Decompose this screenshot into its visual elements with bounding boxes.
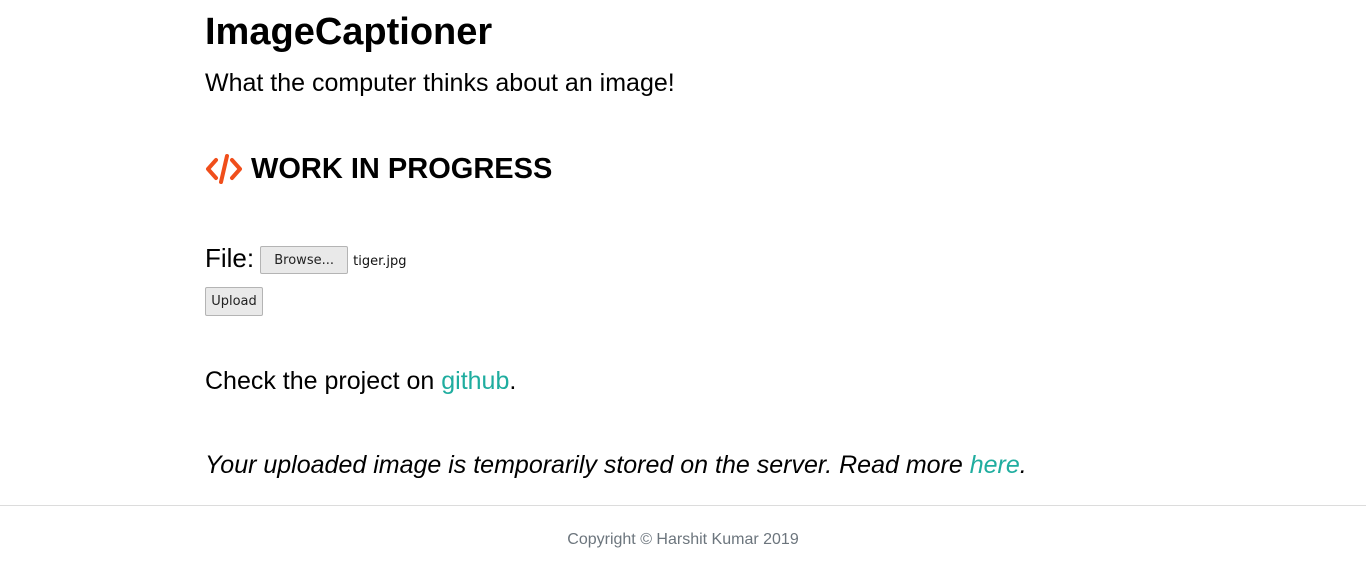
selected-file-name: tiger.jpg — [353, 253, 407, 269]
github-line-prefix: Check the project on — [205, 367, 442, 395]
footer-copyright: Copyright © Harshit Kumar 2019 — [567, 531, 799, 548]
storage-note: Your uploaded image is temporarily store… — [205, 449, 1027, 481]
work-in-progress-text: WORK IN PROGRESS — [251, 153, 553, 185]
footer-divider — [0, 505, 1366, 506]
app-subtitle: What the computer thinks about an image! — [205, 69, 675, 97]
code-icon — [205, 153, 243, 185]
github-line: Check the project on github. — [205, 365, 516, 397]
work-in-progress-banner: WORK IN PROGRESS — [205, 150, 552, 188]
storage-note-text: Your uploaded image is temporarily store… — [205, 451, 970, 479]
github-line-suffix: . — [509, 367, 517, 395]
file-upload-row: File: Browse... tiger.jpg — [205, 242, 406, 274]
app-title: ImageCaptioner — [205, 11, 493, 53]
storage-note-suffix: . — [1019, 451, 1027, 479]
page: ImageCaptioner What the computer thinks … — [0, 0, 1366, 570]
browse-button[interactable]: Browse... — [260, 246, 349, 274]
github-link[interactable]: github — [441, 367, 509, 395]
upload-button[interactable]: Upload — [205, 287, 263, 316]
read-more-link[interactable]: here — [970, 451, 1020, 479]
file-label: File: — [205, 243, 255, 273]
